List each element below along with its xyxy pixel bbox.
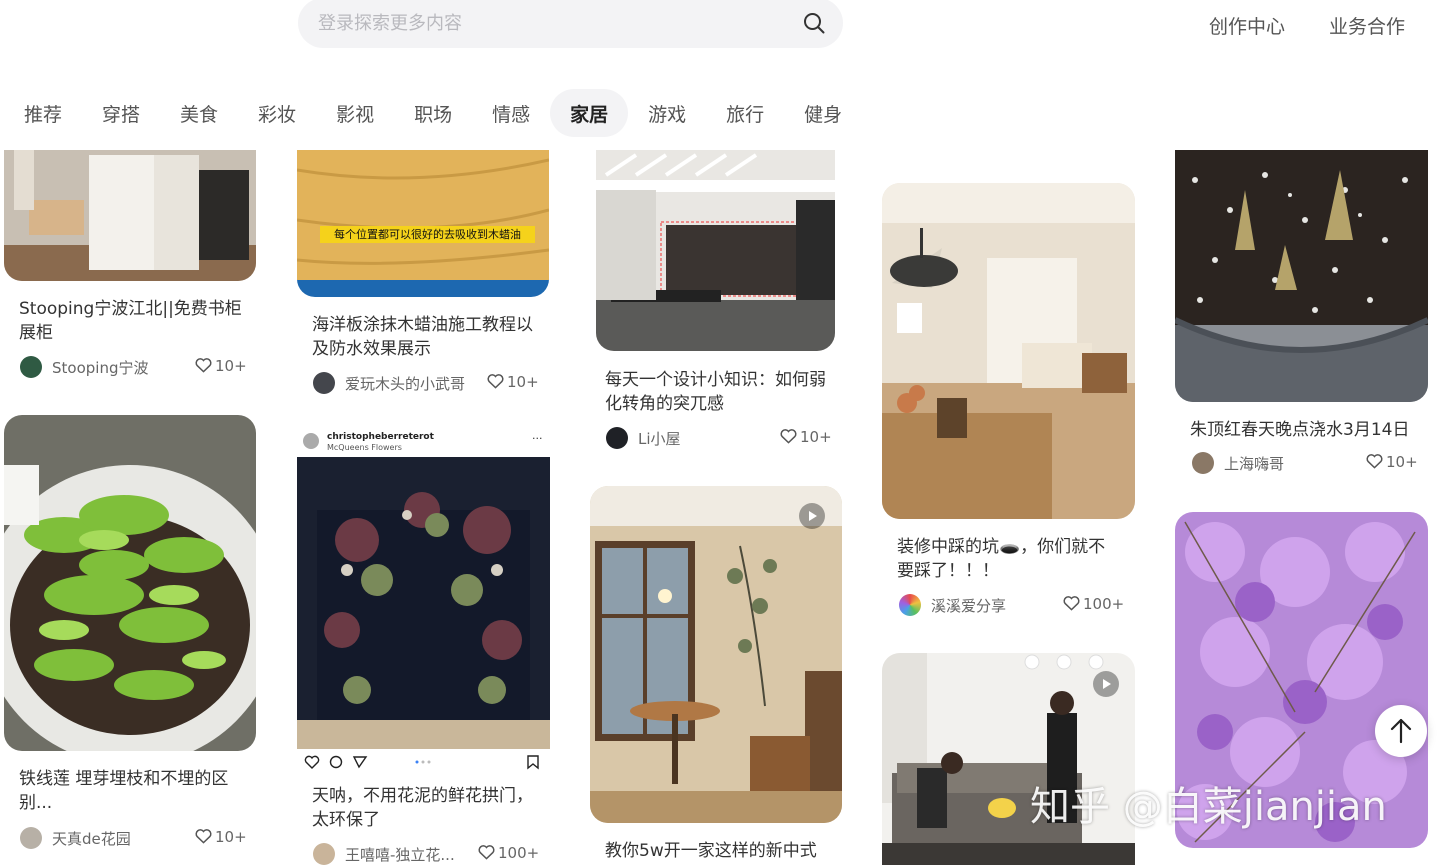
heart-icon[interactable]	[487, 373, 504, 389]
note-meta: 上海嗨哥 10+	[1192, 452, 1422, 478]
note-title[interactable]: 天呐，不用花泥的鲜花拱门，太环保了	[312, 784, 540, 832]
like-count[interactable]: 10+	[780, 428, 832, 446]
like-count-value: 10+	[800, 428, 832, 446]
heart-icon[interactable]	[195, 357, 212, 373]
watermark: 知乎 @白菜jianjian	[1030, 784, 1387, 830]
like-count-value: 100+	[498, 844, 540, 862]
like-count[interactable]: 10+	[1366, 453, 1418, 471]
tab-food[interactable]: 美食	[160, 89, 238, 137]
heart-icon[interactable]	[478, 844, 495, 860]
like-count-value: 10+	[215, 828, 247, 846]
like-count-value: 10+	[1386, 453, 1418, 471]
tab-emotion[interactable]: 情感	[472, 89, 550, 137]
avatar[interactable]	[313, 372, 335, 394]
like-count-value: 10+	[507, 373, 539, 391]
heart-icon[interactable]	[195, 828, 212, 844]
ig-subtitle: McQueens Flowers	[327, 443, 402, 452]
tab-makeup[interactable]: 彩妆	[238, 89, 316, 137]
note-meta: 溪溪爱分享 100+	[899, 594, 1129, 620]
search-bar[interactable]	[298, 0, 843, 48]
note-meta: 爱玩木头的小武哥 10+	[313, 372, 543, 398]
note-cover-image[interactable]	[4, 150, 256, 281]
note-cover-image[interactable]	[596, 150, 835, 351]
like-count-value: 100+	[1083, 595, 1125, 613]
note-cover-image[interactable]	[297, 150, 549, 297]
ig-action-bar	[297, 750, 550, 774]
like-count[interactable]: 100+	[1063, 595, 1124, 613]
play-icon[interactable]	[799, 503, 825, 529]
play-icon[interactable]	[1093, 671, 1119, 697]
more-icon[interactable]: ···	[532, 432, 543, 445]
note-meta: Li小屋 10+	[606, 427, 836, 453]
note-title[interactable]: 装修中踩的坑🕳️，你们就不要踩了！！！	[897, 535, 1121, 583]
ig-username: christopheberreterot	[327, 432, 434, 442]
tab-games[interactable]: 游戏	[628, 89, 706, 137]
like-count[interactable]: 100+	[478, 844, 539, 862]
tab-career[interactable]: 职场	[394, 89, 472, 137]
like-count[interactable]: 10+	[195, 357, 247, 375]
arrow-up-icon	[1390, 718, 1412, 744]
note-cover-image[interactable]	[1175, 150, 1428, 402]
author-name[interactable]: 溪溪爱分享	[931, 595, 1006, 616]
author-name[interactable]: Stooping宁波	[52, 357, 148, 378]
avatar[interactable]	[313, 843, 335, 865]
avatar[interactable]	[606, 427, 628, 449]
page: 创作中心 业务合作 推荐 穿搭 美食 彩妆 影视 职场 情感 家居 游戏 旅行 …	[0, 0, 1440, 865]
avatar[interactable]	[20, 827, 42, 849]
heart-icon[interactable]	[1366, 453, 1383, 469]
tab-fitness[interactable]: 健身	[784, 89, 862, 137]
like-count-value: 10+	[215, 357, 247, 375]
note-meta: Stooping宁波 10+	[20, 356, 250, 382]
note-title[interactable]: 铁线莲 埋芽埋枝和不埋的区别...	[19, 767, 251, 815]
note-meta: 王嘻嘻-独立花... 100+	[313, 843, 543, 865]
tab-recommend[interactable]: 推荐	[4, 89, 82, 137]
note-title[interactable]: 朱顶红春天晚点浇水3月14日	[1190, 418, 1420, 442]
heart-icon[interactable]	[780, 428, 797, 444]
note-cover-image[interactable]	[297, 430, 550, 774]
note-cover-image[interactable]	[590, 486, 842, 823]
scroll-to-top-button[interactable]	[1375, 705, 1427, 757]
tab-film[interactable]: 影视	[316, 89, 394, 137]
search-input[interactable]	[318, 9, 788, 37]
tab-travel[interactable]: 旅行	[706, 89, 784, 137]
note-title[interactable]: 每天一个设计小知识：如何弱化转角的突兀感	[605, 368, 829, 416]
note-cover-image[interactable]	[4, 415, 256, 751]
image-caption: 每个位置都可以很好的去吸收到木蜡油	[320, 226, 535, 243]
search-icon[interactable]	[803, 12, 825, 34]
note-meta: 天真de花园 10+	[20, 827, 250, 853]
tab-home[interactable]: 家居	[550, 89, 629, 137]
creator-center-link[interactable]: 创作中心	[1209, 12, 1285, 39]
avatar[interactable]	[899, 594, 921, 616]
note-title[interactable]: Stooping宁波江北||免费书柜展柜	[19, 297, 251, 345]
like-count[interactable]: 10+	[487, 373, 539, 391]
category-tabs: 推荐 穿搭 美食 彩妆 影视 职场 情感 家居 游戏 旅行 健身	[4, 89, 862, 139]
author-name[interactable]: 天真de花园	[52, 828, 131, 849]
author-name[interactable]: 爱玩木头的小武哥	[345, 373, 465, 394]
author-name[interactable]: Li小屋	[638, 428, 681, 449]
author-name[interactable]: 王嘻嘻-独立花...	[345, 844, 455, 865]
like-count[interactable]: 10+	[195, 828, 247, 846]
note-title[interactable]: 教你5w开一家这样的新中式	[605, 839, 829, 863]
author-name[interactable]: 上海嗨哥	[1224, 453, 1284, 474]
note-cover-image[interactable]	[882, 183, 1135, 519]
note-title[interactable]: 海洋板涂抹木蜡油施工教程以及防水效果展示	[312, 313, 540, 361]
heart-icon[interactable]	[1063, 595, 1080, 611]
avatar[interactable]	[20, 356, 42, 378]
avatar[interactable]	[1192, 452, 1214, 474]
business-link[interactable]: 业务合作	[1329, 12, 1405, 39]
tab-outfit[interactable]: 穿搭	[82, 89, 160, 137]
